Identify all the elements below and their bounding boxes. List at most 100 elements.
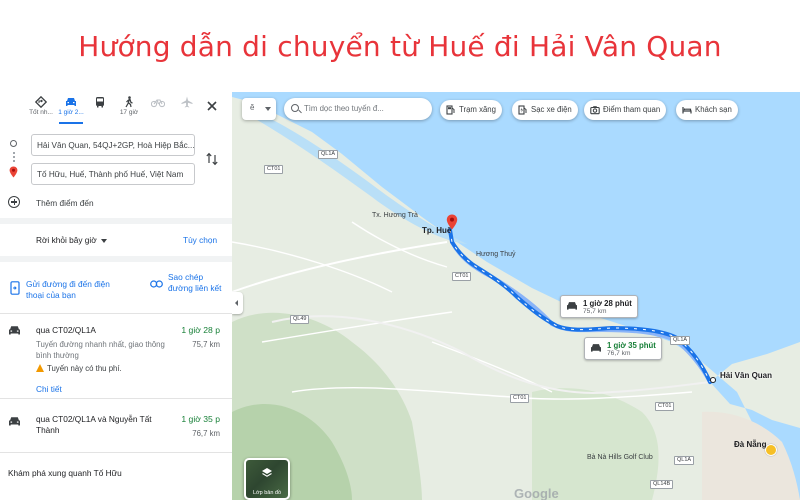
toll-notice-label: Tuyến này có thu phí. (47, 364, 122, 373)
hotel-icon (682, 107, 692, 114)
add-destination-button[interactable]: Thêm điểm đến (8, 196, 208, 210)
leave-now-label: Rời khỏi bây giờ (36, 235, 97, 245)
swap-directions-icon[interactable] (205, 152, 219, 166)
search-along-route-input[interactable]: Tìm dọc theo tuyến đ... (284, 98, 432, 120)
route-via: qua CT02/QL1A và Nguyễn Tất Thành (36, 414, 152, 435)
chip-ev-charger-label: Sạc xe điện (531, 105, 572, 114)
place-label-hai-van-quan: Hải Vân Quan (720, 371, 773, 380)
gas-station-icon (446, 105, 455, 115)
headline-banner: Hướng dẫn di chuyển từ Huế đi Hải Vân Qu… (0, 0, 800, 92)
chip-attractions[interactable]: Điểm tham quan (584, 100, 667, 120)
section-divider (0, 256, 232, 262)
route-details-link[interactable]: Chi tiết (36, 384, 62, 394)
chip-gas-station-label: Trạm xăng (459, 105, 496, 114)
road-shield: CT01 (452, 272, 472, 281)
mode-cycling[interactable] (143, 96, 173, 109)
chip-attractions-label: Điểm tham quan (603, 105, 661, 114)
diamond-directions-icon (35, 96, 47, 108)
menu-letter: ĕ (250, 103, 255, 112)
origin-circle-icon (10, 140, 17, 147)
chip-hotels-label: Khách sạn (695, 105, 732, 114)
place-label-huong-thuy: Hương Thuỷ (476, 251, 516, 258)
mode-driving-label: 1 giờ 2... (58, 109, 84, 116)
road-shield: CT01 (264, 165, 284, 174)
destination-marker-icon[interactable] (446, 214, 458, 230)
map-layers-button[interactable]: Lớp bản đồ (244, 458, 290, 500)
mode-walking-label: 17 giờ (119, 109, 139, 116)
chevron-down-icon (100, 238, 107, 243)
link-icon (150, 280, 163, 288)
map-menu-button[interactable]: ĕ (242, 98, 276, 120)
divider (0, 452, 232, 453)
mode-walking[interactable]: 17 giờ (114, 96, 144, 116)
route-description: Tuyến đường nhanh nhất, giao thông bình … (36, 340, 165, 360)
route-distance: 76,7 km (192, 429, 220, 438)
chip-hotels[interactable]: Khách sạn (676, 100, 738, 120)
layers-icon (262, 468, 272, 477)
car-icon (567, 302, 577, 310)
google-logo: Google (514, 486, 559, 500)
search-icon (291, 104, 299, 112)
place-label-golf-club: Bà Nà Hills Golf Club (587, 454, 653, 461)
travel-mode-bar: Tốt nh... 1 giờ 2... 17 giờ (0, 92, 232, 128)
send-to-phone-link[interactable]: Gửi đường đi đến điện thoại của bạn (10, 279, 128, 301)
send-to-phone-label: Gửi đường đi đến điện thoại của bạn (26, 279, 110, 300)
mode-driving[interactable]: 1 giờ 2... (56, 96, 86, 124)
section-divider (0, 218, 232, 224)
chip-ev-charger[interactable]: Sạc xe điện (512, 100, 578, 120)
highway-ql49 (232, 241, 448, 293)
callout-alt-time: 1 giờ 35 phút (607, 341, 656, 350)
road-shield: QL49 (290, 315, 310, 324)
walking-icon (125, 96, 133, 108)
chip-gas-station[interactable]: Trạm xăng (440, 100, 502, 120)
map-view[interactable]: ĕ Tìm dọc theo tuyến đ... Trạm xăng Sạc … (232, 92, 800, 500)
callout-main-time: 1 giờ 28 phút (583, 299, 632, 308)
route-callout-alt[interactable]: 1 giờ 35 phút 76,7 km (584, 337, 662, 360)
car-icon (66, 98, 76, 106)
collapse-panel-button[interactable] (232, 292, 243, 314)
place-label-huong-tra: Tx. Hương Trà (372, 212, 418, 219)
add-destination-label: Thêm điểm đến (36, 198, 94, 208)
toll-notice: Tuyến này có thu phí. (36, 364, 122, 373)
divider (0, 398, 232, 399)
route-callout-main[interactable]: 1 giờ 28 phút 75,7 km (560, 295, 638, 318)
car-icon (9, 326, 20, 335)
callout-main-distance: 75,7 km (583, 308, 607, 315)
road-shield: QL14B (650, 480, 674, 489)
origin-field[interactable]: Hải Vân Quan, 54QJ+2GP, Hoà Hiệp Bắc... (31, 134, 195, 156)
leave-now-dropdown[interactable]: Rời khỏi bây giờ (36, 235, 107, 245)
mode-transit[interactable] (85, 96, 115, 109)
options-button[interactable]: Tùy chọn (183, 235, 217, 245)
send-to-phone-icon (10, 281, 20, 295)
route-dots-icon (13, 151, 15, 163)
ev-charger-icon (518, 105, 527, 115)
camera-icon (590, 106, 600, 115)
car-icon (591, 344, 601, 352)
warning-icon (36, 364, 44, 372)
mode-best[interactable]: Tốt nh... (26, 96, 56, 116)
route-time: 1 giờ 28 p (181, 325, 220, 335)
mode-best-label: Tốt nh... (29, 109, 53, 116)
road-shield: QL1A (318, 150, 339, 159)
close-icon[interactable] (204, 98, 220, 114)
road-shield: CT01 (655, 402, 675, 411)
chevron-down-icon (265, 107, 271, 111)
bicycle-icon (151, 99, 165, 108)
mode-flight[interactable] (172, 96, 202, 109)
route-distance: 75,7 km (192, 340, 220, 349)
airplane-icon (181, 96, 193, 108)
route-option-2[interactable]: qua CT02/QL1A và Nguyễn Tất Thành 1 giờ … (0, 409, 232, 449)
road-shield: CT01 (510, 394, 530, 403)
copy-link-button[interactable]: Sao chép đường liên kết (150, 272, 230, 294)
page-title: Hướng dẫn di chuyển từ Huế đi Hải Vân Qu… (78, 30, 722, 63)
road-shield: QL1A (674, 456, 695, 465)
directions-panel: Tốt nh... 1 giờ 2... 17 giờ Hải Vân Quan… (0, 92, 232, 500)
route-option-1[interactable]: qua CT02/QL1A 1 giờ 28 p 75,7 km Tuyến đ… (0, 322, 232, 402)
map-layers-label: Lớp bản đồ (252, 490, 282, 496)
explore-nearby[interactable]: Khám phá xung quanh Tố Hữu (8, 468, 122, 478)
destination-field[interactable]: Tố Hữu, Huế, Thành phố Huế, Việt Nam (31, 163, 195, 185)
star-place-icon[interactable] (765, 444, 777, 456)
callout-alt-distance: 76,7 km (607, 350, 631, 357)
bus-icon (96, 97, 104, 108)
origin-marker-icon[interactable] (710, 377, 716, 383)
